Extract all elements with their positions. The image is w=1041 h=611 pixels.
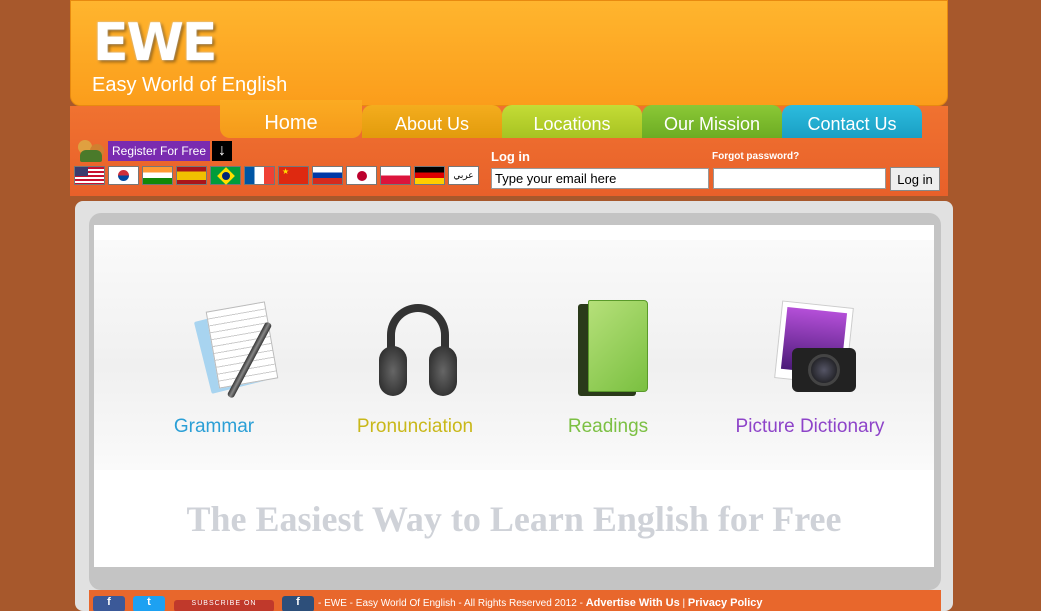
feature-readings[interactable]: Readings [508,300,708,438]
forgot-password-link[interactable]: Forgot password? [712,151,799,162]
flag-jp-icon[interactable] [346,166,377,185]
flag-pl-icon[interactable] [380,166,411,185]
arrow-down-icon: ↓ [212,141,233,161]
language-flags: ★ عربي [74,166,479,185]
login-button[interactable]: Log in [890,167,940,191]
flag-ru-icon[interactable] [312,166,343,185]
footer-separator: | [682,598,686,609]
feature-label: Grammar [173,416,255,437]
headline: The Easiest Way to Learn English for Fre… [186,499,842,539]
headphones-icon [355,300,475,408]
site-header: EWE Easy World of English [70,0,948,106]
tab-our-mission[interactable]: Our Mission [642,105,782,138]
flag-kr-icon[interactable] [108,166,139,185]
youtube-subscribe-button[interactable]: SUBSCRIBE ON [174,600,274,611]
register-link[interactable]: Register For Free ↓ [76,138,233,164]
copyright-text: - EWE - Easy World Of English - All Righ… [318,598,583,609]
camera-photo-icon [750,300,870,408]
tab-contact-us[interactable]: Contact Us [782,105,922,138]
tab-home[interactable]: Home [220,100,362,138]
flag-ar-icon[interactable]: عربي [448,166,479,185]
feature-grammar[interactable]: Grammar [114,300,314,438]
footer-text: - EWE - Easy World Of English - All Righ… [318,597,763,609]
logo-tagline: Easy World of English [92,74,288,96]
flag-de-icon[interactable] [414,166,445,185]
feature-label: Picture Dictionary [735,416,885,437]
book-icon [548,300,668,408]
login-title: Log in [491,149,530,164]
feature-pronunciation[interactable]: Pronunciation [315,300,515,438]
tab-about-us[interactable]: About Us [362,105,502,138]
social-share-icon[interactable]: f [282,596,314,611]
twitter-icon[interactable]: t [133,596,165,611]
tab-locations[interactable]: Locations [502,105,642,138]
flag-fr-icon[interactable] [244,166,275,185]
feature-picture-dictionary[interactable]: Picture Dictionary [710,300,910,438]
privacy-policy-link[interactable]: Privacy Policy [688,597,763,609]
flag-cn-icon[interactable]: ★ [278,166,309,185]
document-pen-icon [154,300,279,408]
register-label[interactable]: Register For Free [108,141,211,161]
flag-br-icon[interactable] [210,166,241,185]
logo[interactable]: EWE [93,13,217,73]
flag-in-icon[interactable] [142,166,173,185]
feature-label: Pronunciation [356,416,474,437]
flag-us-icon[interactable] [74,166,105,185]
password-field[interactable] [713,168,886,189]
email-field[interactable] [491,168,709,189]
users-icon [76,138,106,164]
feature-label: Readings [567,416,649,437]
facebook-icon[interactable]: f [93,596,125,611]
advertise-link[interactable]: Advertise With Us [586,597,680,609]
flag-es-icon[interactable] [176,166,207,185]
